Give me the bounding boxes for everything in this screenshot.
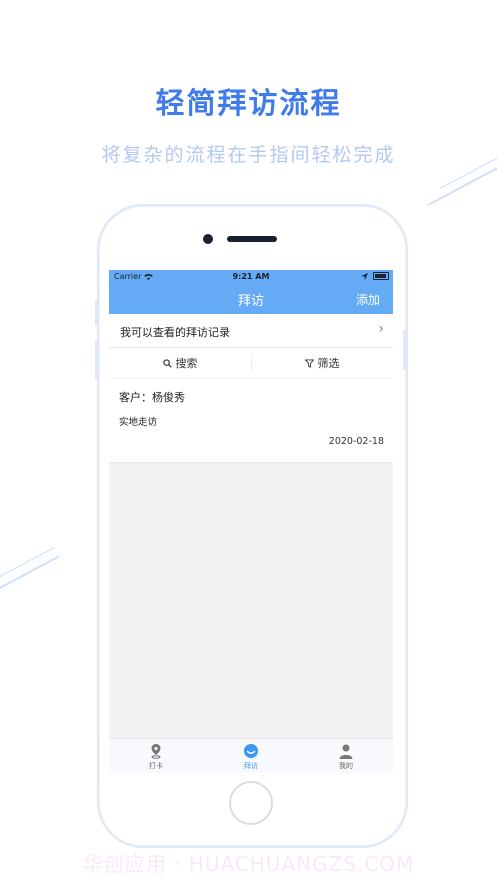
tab-visit[interactable]: 拜访 [204,739,298,773]
phone-side-button [403,330,406,370]
phone-side-button [95,340,98,380]
tab-checkin[interactable]: 打卡 [109,739,203,773]
tab-profile[interactable]: 我的 [299,739,393,773]
tab-visit-label: 拜访 [244,762,258,770]
app-screen: Carrier 9:21 AM 拜访 添加 我可以查看的拜访记录 › 搜索 筛选… [109,270,393,773]
filter-icon [304,358,314,368]
search-icon [162,358,172,368]
search-label: 搜索 [175,357,198,370]
visit-date: 2020-02-18 [328,436,384,447]
visit-record-card[interactable]: 客户：杨俊秀 实地走访 2020-02-18 [109,379,393,463]
phone-side-button [95,300,98,326]
battery-icon [373,272,389,280]
location-pin-icon [151,744,161,759]
visible-records-label: 我可以查看的拜访记录 [120,326,230,339]
tab-bar: 打卡 拜访 我的 [109,738,393,773]
phone-camera [203,234,213,244]
tab-profile-label: 我的 [339,762,353,770]
status-time: 9:21 AM [232,272,270,281]
home-button[interactable] [229,781,273,825]
add-button[interactable]: 添加 [356,291,380,308]
visible-records-link[interactable]: 我可以查看的拜访记录 › [109,314,393,348]
visit-customer: 客户：杨俊秀 [119,391,185,404]
status-bar: Carrier 9:21 AM [109,270,393,284]
chevron-right-icon: › [378,321,384,337]
filter-label: 筛选 [317,357,340,370]
search-button[interactable]: 搜索 [109,348,251,378]
smile-icon [244,744,258,758]
phone-speaker [227,236,277,242]
nav-bar: 拜访 添加 [109,284,393,314]
person-icon [339,744,353,759]
filter-button[interactable]: 筛选 [251,348,393,378]
watermark: 华创应用 · HUACHUANGZS.COM [82,852,415,876]
decorative-line [427,164,497,206]
visit-type: 实地走访 [119,417,158,428]
tab-checkin-label: 打卡 [149,762,163,770]
location-arrow-icon [361,272,368,280]
promo-title: 轻简拜访流程 [155,86,342,120]
status-indicators [361,272,389,280]
nav-title: 拜访 [237,294,264,309]
promo-subtitle: 将复杂的流程在手指间轻松完成 [101,144,396,166]
search-filter-bar: 搜索 筛选 [109,348,393,378]
